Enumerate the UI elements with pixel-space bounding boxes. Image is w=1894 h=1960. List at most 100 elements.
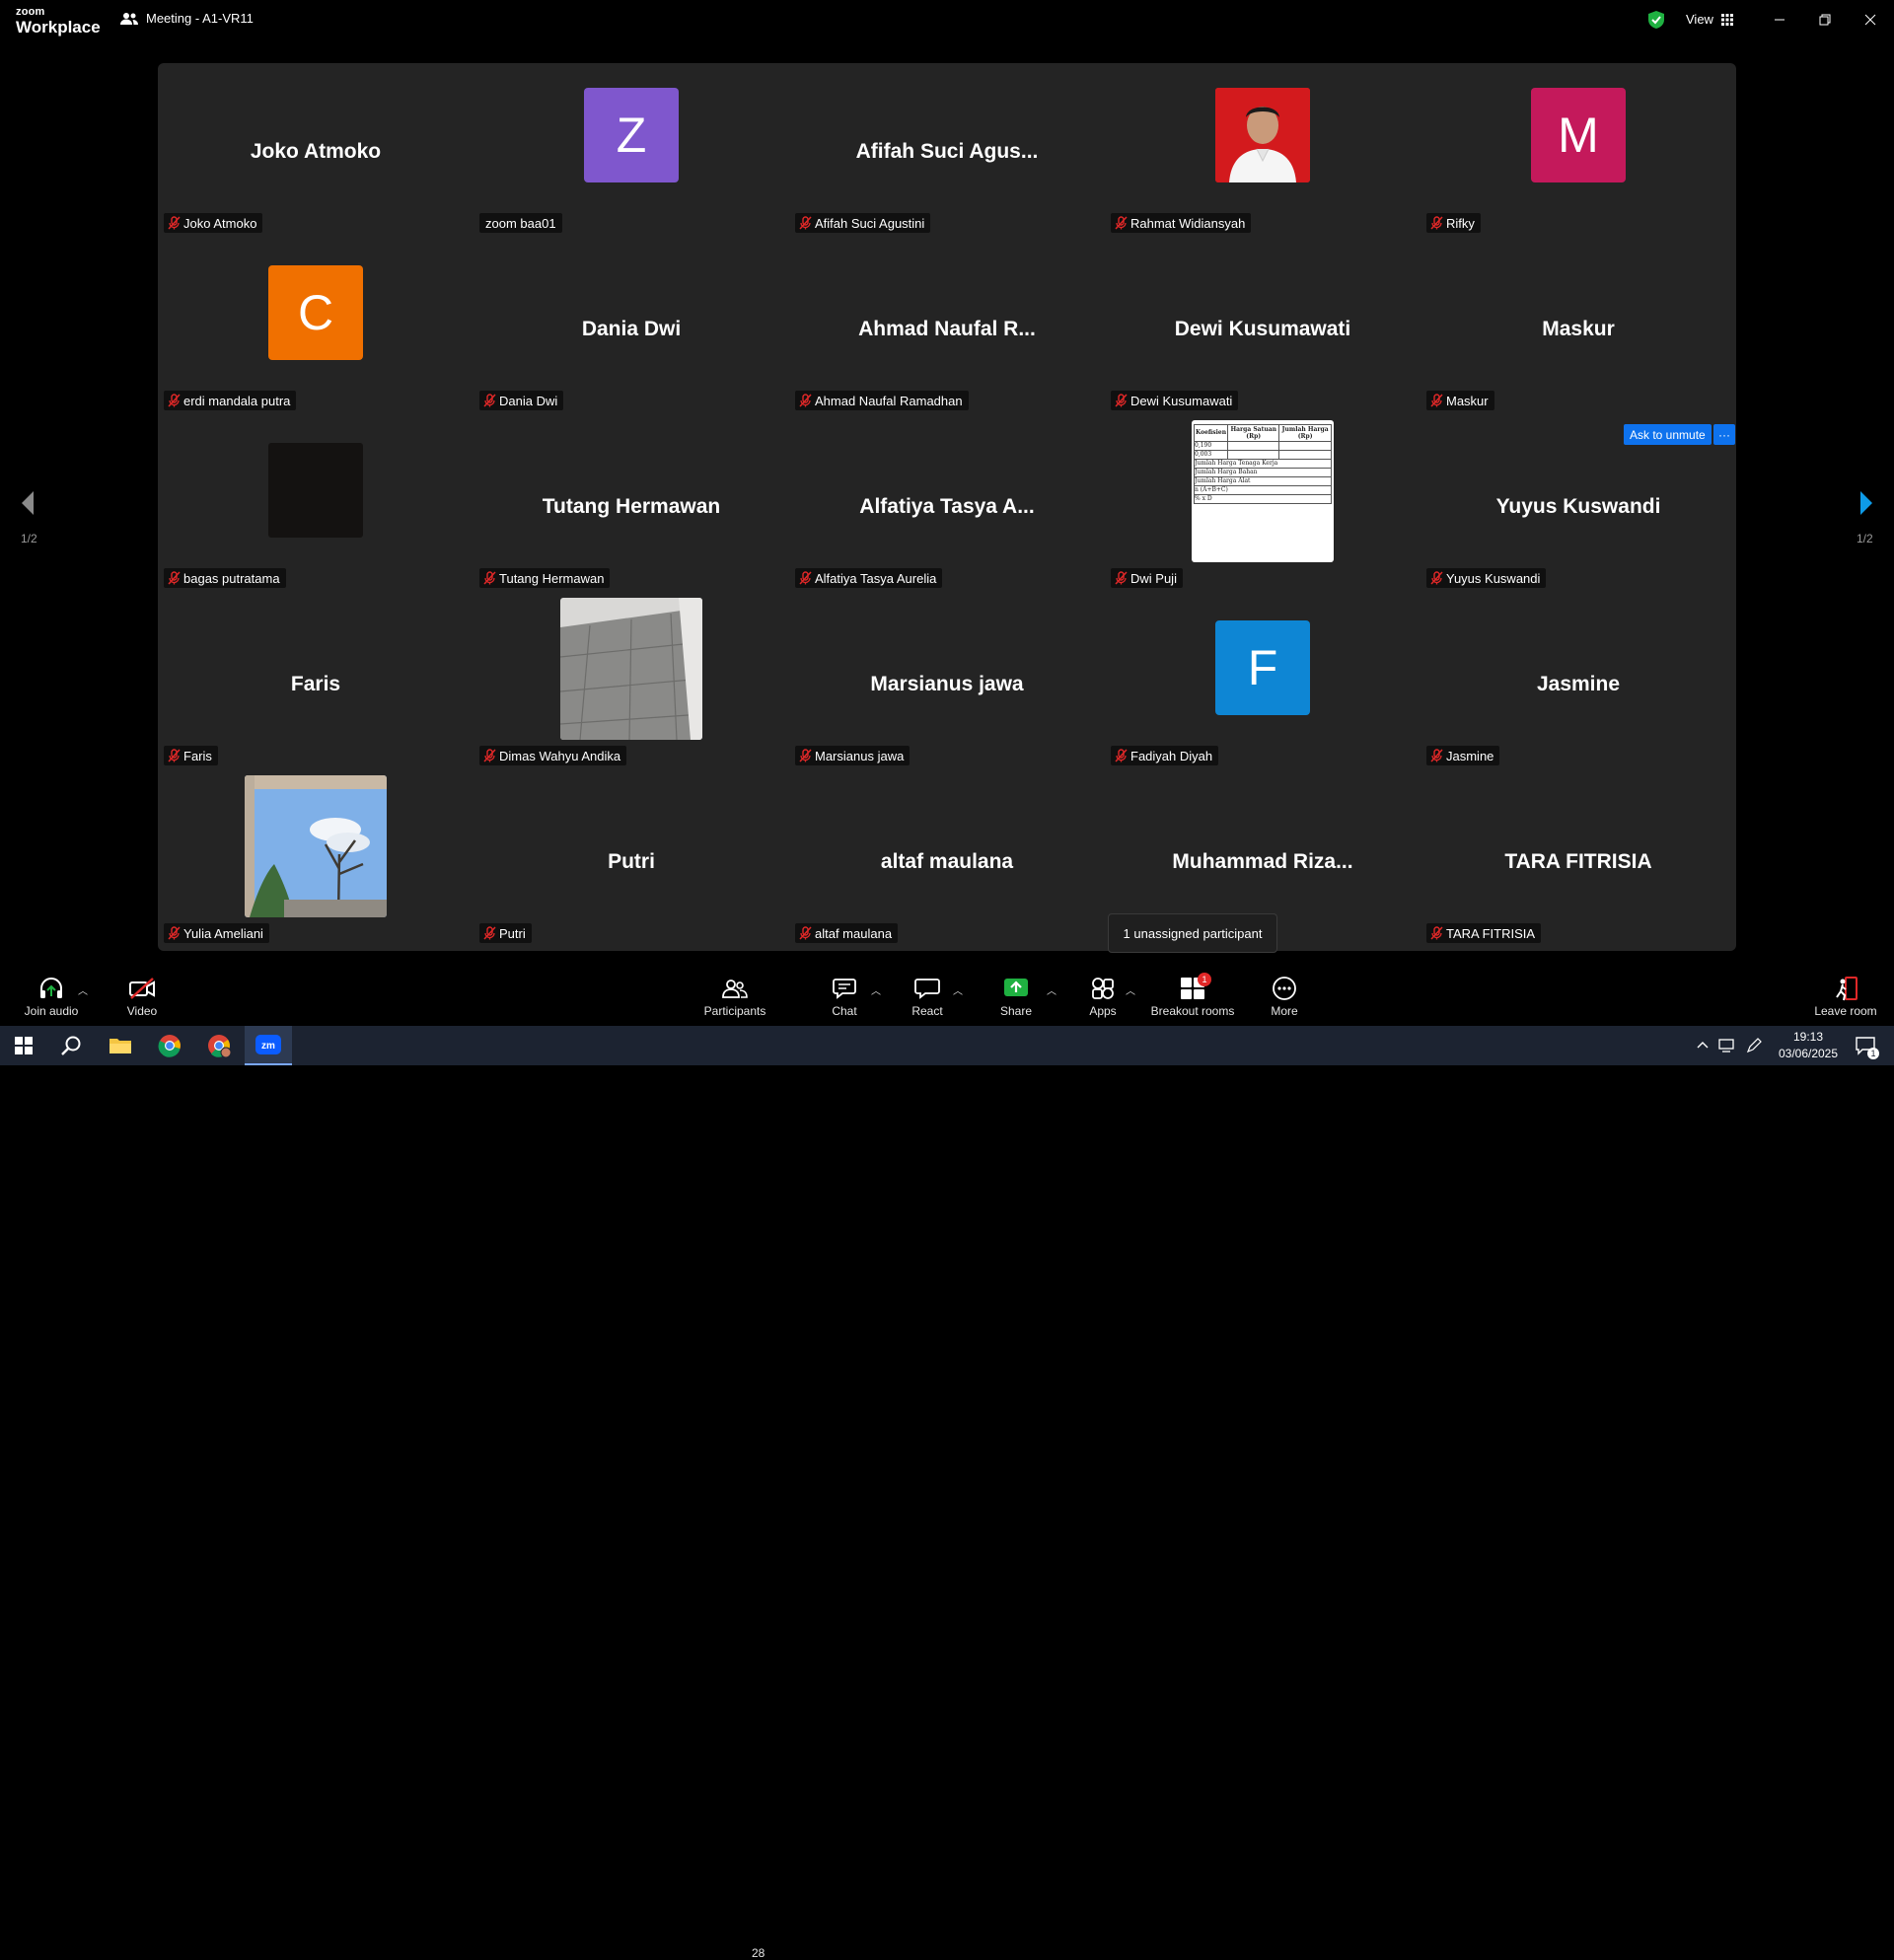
react-options-chevron-icon[interactable]: ︿ [953, 982, 963, 997]
muted-mic-icon [1115, 216, 1128, 230]
participant-photo-document: Koefisien Harga Satuan (Rp) Jumlah Harga (… [1192, 419, 1334, 562]
audio-options-chevron-icon[interactable]: ︿ [78, 982, 88, 997]
apps-options-chevron-icon[interactable]: ︿ [1126, 982, 1135, 997]
participant-photo [245, 774, 387, 917]
leave-room-button[interactable]: Leave room [1811, 967, 1880, 1026]
encryption-shield-icon[interactable] [1647, 10, 1665, 30]
network-icon[interactable] [1718, 1038, 1736, 1053]
close-button[interactable] [1857, 8, 1884, 32]
participant-tile[interactable]: Putri Putri [474, 773, 789, 951]
participant-avatar: F [1215, 619, 1310, 715]
participant-tile[interactable]: Dania Dwi Dania Dwi [474, 241, 789, 418]
share-options-chevron-icon[interactable]: ︿ [1047, 982, 1056, 997]
breakout-rooms-label: Breakout rooms [1150, 1004, 1235, 1018]
muted-mic-icon [483, 926, 496, 940]
video-button[interactable]: Video [116, 967, 168, 1026]
windows-taskbar: zm 1 [0, 1026, 1894, 1065]
previous-page-arrow-icon[interactable] [20, 489, 36, 517]
participant-name-label: Maskur [1426, 391, 1494, 410]
participant-name: Dwi Puji [1130, 570, 1177, 586]
notification-count: 1 [1867, 1048, 1879, 1059]
breakout-badge: 1 [1198, 973, 1211, 986]
restore-button[interactable] [1811, 8, 1839, 32]
share-button[interactable]: Share [996, 967, 1036, 1026]
participant-name: zoom baa01 [485, 215, 556, 231]
zoom-taskbar-button[interactable]: zm [245, 1026, 292, 1065]
minimize-icon [1775, 19, 1785, 21]
participant-name: erdi mandala putra [183, 393, 291, 408]
pen-icon[interactable] [1746, 1038, 1762, 1053]
participant-tile[interactable]: Koefisien Harga Satuan (Rp) Jumlah Harga (… [1105, 418, 1420, 596]
participant-tile[interactable]: Dewi Kusumawati Dewi Kusumawati [1105, 241, 1420, 418]
start-button[interactable] [0, 1026, 47, 1065]
muted-mic-icon [799, 571, 812, 585]
participant-tile[interactable]: altaf maulana altaf maulana [789, 773, 1105, 951]
taskbar-clock[interactable]: 19:13 03/06/2025 [1764, 1029, 1853, 1062]
participant-tile[interactable]: Alfatiya Tasya A... Alfatiya Tasya Aureli… [789, 418, 1105, 596]
participant-tile[interactable]: Maskur Maskur [1420, 241, 1736, 418]
chrome-button[interactable] [146, 1026, 193, 1065]
participant-display-name: Muhammad Riza... [1172, 850, 1353, 873]
participant-tile[interactable]: Dimas Wahyu Andika [474, 596, 789, 773]
participant-name-label: Yulia Ameliani [164, 923, 269, 943]
participant-tile[interactable]: Afifah Suci Agus... Afifah Suci Agustini [789, 63, 1105, 241]
portrait-photo-icon [1215, 87, 1310, 182]
meeting-info[interactable]: Meeting - A1-VR11 [120, 11, 254, 26]
breakout-rooms-button[interactable]: 1 Breakout rooms [1148, 967, 1237, 1026]
participant-tile[interactable]: bagas putratama [158, 418, 474, 596]
close-icon [1864, 14, 1876, 26]
next-page-arrow-icon[interactable] [1858, 489, 1874, 517]
apps-label: Apps [1089, 1004, 1117, 1018]
participant-display-name: Yuyus Kuswandi [1495, 495, 1661, 518]
participant-tile[interactable]: Faris Faris [158, 596, 474, 773]
share-screen-icon [1004, 979, 1028, 996]
tile-more-options-button[interactable]: ··· [1713, 424, 1735, 445]
participant-tile[interactable]: Cerdi mandala putra [158, 241, 474, 418]
file-explorer-button[interactable] [97, 1026, 144, 1065]
show-hidden-icons-chevron-icon[interactable] [1697, 1040, 1709, 1050]
participant-tile[interactable]: Jasmine Jasmine [1420, 596, 1736, 773]
react-button[interactable]: React [908, 967, 947, 1026]
participant-display-name: Alfatiya Tasya A... [859, 495, 1035, 518]
participant-tile[interactable]: Yuyus Kuswandi Yuyus Kuswandi [1420, 418, 1736, 596]
minimize-button[interactable] [1766, 8, 1793, 32]
participant-display-name: TARA FITRISIA [1504, 850, 1652, 873]
chat-icon [833, 979, 856, 999]
participant-tile[interactable]: Zzoom baa01 [474, 63, 789, 241]
participant-name-label: Dwi Puji [1111, 568, 1183, 588]
more-button[interactable]: More [1267, 967, 1302, 1026]
participant-tile[interactable]: Tutang Hermawan Tutang Hermawan [474, 418, 789, 596]
participants-button[interactable]: Participants [700, 967, 769, 1026]
apps-button[interactable]: Apps [1085, 967, 1121, 1026]
participant-tile[interactable]: Ahmad Naufal R... Ahmad Naufal Ramadhan [789, 241, 1105, 418]
participants-group-icon [120, 12, 138, 25]
participants-label: Participants [703, 1004, 766, 1018]
taskbar-search-button[interactable] [47, 1026, 95, 1065]
participant-name: Dewi Kusumawati [1130, 393, 1233, 408]
ask-to-unmute-button[interactable]: Ask to unmute [1624, 424, 1712, 445]
chrome-profile-button[interactable] [195, 1026, 243, 1065]
participant-tile[interactable]: Rahmat Widiansyah [1105, 63, 1420, 241]
participant-display-name: altaf maulana [880, 850, 1014, 873]
participant-tile[interactable]: Yulia Ameliani [158, 773, 474, 951]
participant-name-label: TARA FITRISIA [1426, 923, 1542, 943]
participant-tile[interactable]: Joko Atmoko Joko Atmoko [158, 63, 474, 241]
chrome-profile-icon [208, 1035, 231, 1057]
participant-name: Maskur [1446, 393, 1489, 408]
leave-room-icon [1836, 977, 1858, 1001]
participant-tile[interactable]: TARA FITRISIA TARA FITRISIA [1420, 773, 1736, 951]
chat-button[interactable]: Chat [827, 967, 862, 1026]
brand-bottom: Workplace [16, 18, 101, 36]
participant-tile[interactable]: Marsianus jawa Marsianus jawa [789, 596, 1105, 773]
participant-name: Rifky [1446, 215, 1475, 231]
participant-photo [1215, 87, 1310, 182]
join-audio-button[interactable]: Join audio [18, 967, 85, 1026]
document-cell: 0,190 [1193, 440, 1229, 451]
chat-options-chevron-icon[interactable]: ︿ [871, 982, 881, 997]
participant-name-label: Afifah Suci Agustini [795, 213, 931, 233]
view-button[interactable]: View [1686, 12, 1733, 27]
participant-avatar: M [1531, 87, 1626, 182]
participant-tile[interactable]: M Rifky [1420, 63, 1736, 241]
participant-name-label: Tutang Hermawan [479, 568, 611, 588]
participant-tile[interactable]: F Fadiyah Diyah [1105, 596, 1420, 773]
